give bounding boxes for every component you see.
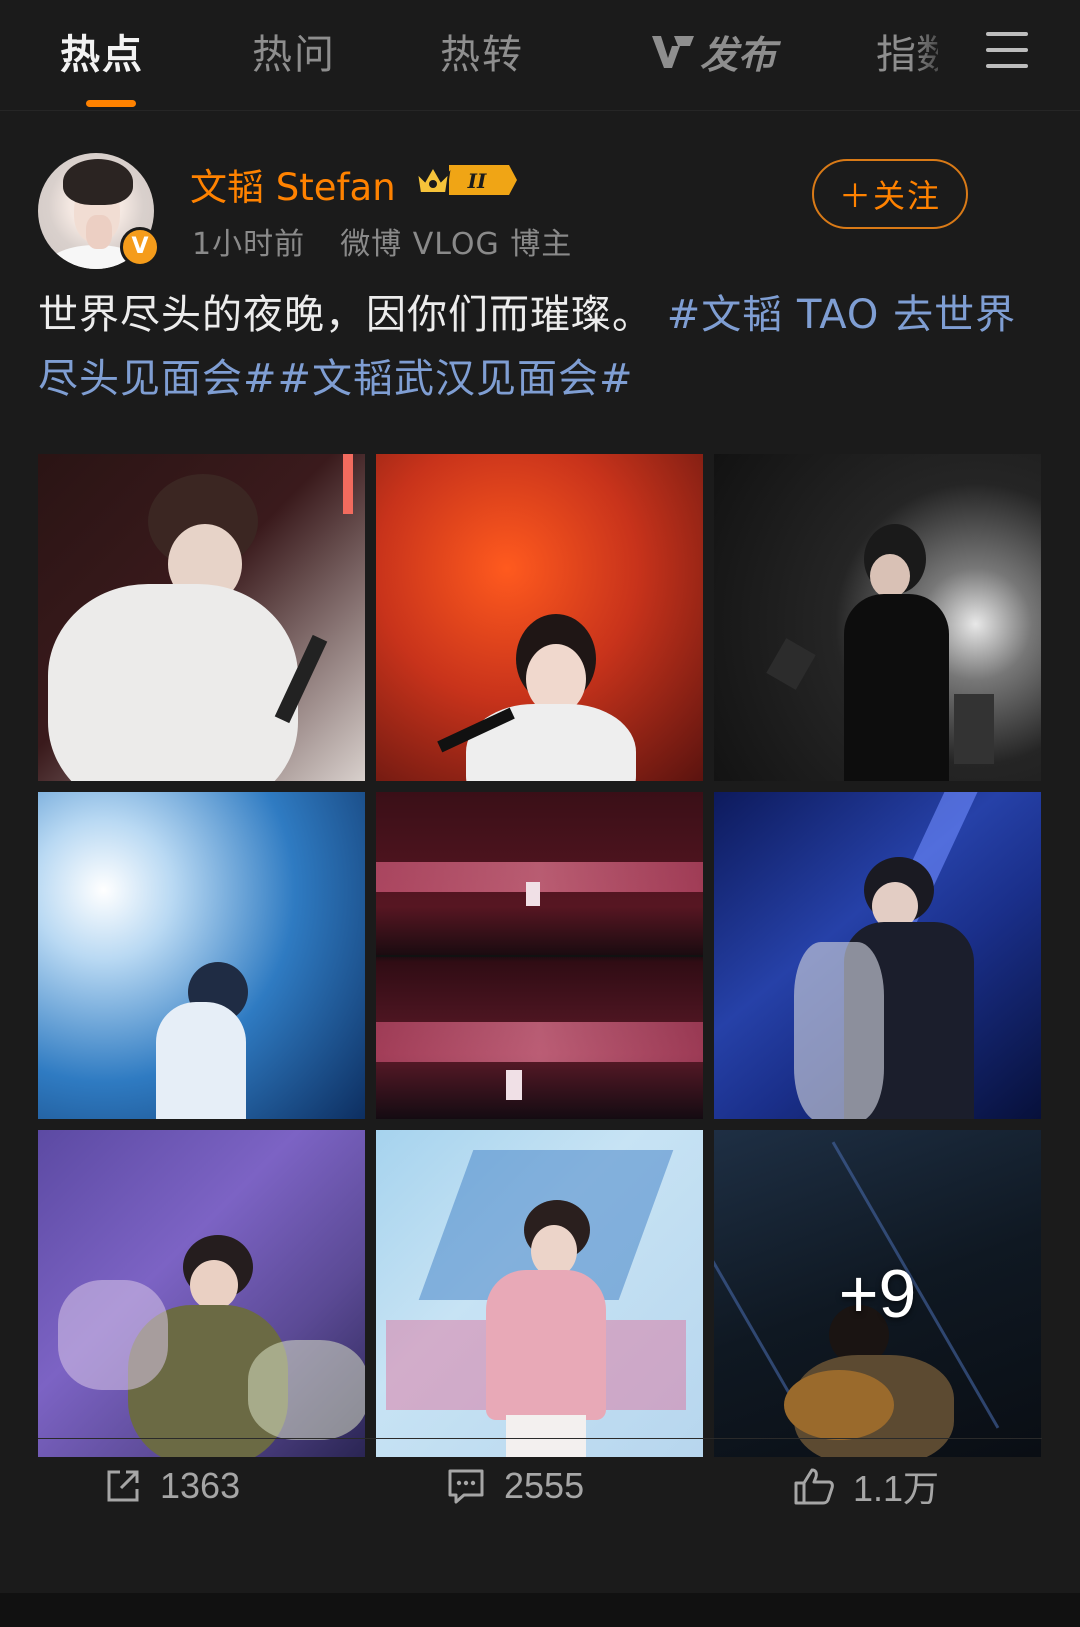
author-tag: 微博 VLOG 博主 xyxy=(340,227,573,262)
photo-8[interactable] xyxy=(376,1130,703,1457)
share-icon xyxy=(107,1470,139,1502)
comment-count: 2555 xyxy=(504,1465,585,1506)
tab-overflow-fade xyxy=(910,10,980,100)
tab-publish-label: 发布 xyxy=(700,33,777,77)
active-tab-indicator xyxy=(86,100,136,107)
crown-level-badge-icon: II xyxy=(415,164,517,195)
svg-text:II: II xyxy=(467,169,487,193)
weibo-post-card: V 文韬 Stefan II 1小时前 微博 VLOG 博主 ＋关注 世界尽头的… xyxy=(0,111,1080,1593)
tab-repost[interactable]: 热转 xyxy=(440,22,524,80)
photo-2[interactable] xyxy=(376,454,703,781)
follow-button[interactable]: ＋关注 xyxy=(812,159,968,229)
like-count: 1.1万 xyxy=(853,1468,940,1509)
post-text: 世界尽头的夜晚，因你们而璀璨。 #文韬 TAO 去世界尽头见面会##文韬武汉见面… xyxy=(38,283,1048,411)
more-photos-count[interactable]: +9 xyxy=(714,1130,1041,1457)
share-count: 1363 xyxy=(160,1465,241,1506)
verified-v-badge-icon: V xyxy=(120,227,160,267)
photo-grid: +9 xyxy=(38,454,1042,1457)
hamburger-menu-icon[interactable] xyxy=(986,30,1028,70)
post-meta: 1小时前 微博 VLOG 博主 xyxy=(192,219,572,263)
tab-ask[interactable]: 热问 xyxy=(252,22,336,80)
photo-9[interactable]: +9 xyxy=(714,1130,1041,1457)
tab-v-publish[interactable]: 发布 xyxy=(650,24,776,79)
author-name[interactable]: 文韬 Stefan xyxy=(190,157,396,211)
feed-separator xyxy=(0,1593,1080,1627)
top-tab-bar: 热点 热问 热转 发布 指数 xyxy=(0,0,1080,111)
comment-icon xyxy=(448,1469,484,1504)
photo-1[interactable] xyxy=(38,454,365,781)
tab-hot[interactable]: 热点 xyxy=(60,22,144,80)
v-logo-icon xyxy=(652,35,694,68)
photo-5[interactable] xyxy=(376,792,703,1119)
thumbs-up-icon xyxy=(794,1468,834,1505)
photo-6[interactable] xyxy=(714,792,1041,1119)
photo-7[interactable] xyxy=(38,1130,365,1457)
comment-button[interactable]: 2555 xyxy=(446,1456,584,1516)
photo-4[interactable] xyxy=(38,792,365,1119)
action-divider xyxy=(38,1438,1042,1439)
photo-3[interactable] xyxy=(714,454,1041,781)
post-time: 1小时前 xyxy=(192,227,306,262)
like-button[interactable]: 1.1万 xyxy=(793,1456,939,1516)
share-button[interactable]: 1363 xyxy=(104,1456,240,1516)
post-body: 世界尽头的夜晚，因你们而璀璨。 xyxy=(38,292,653,338)
